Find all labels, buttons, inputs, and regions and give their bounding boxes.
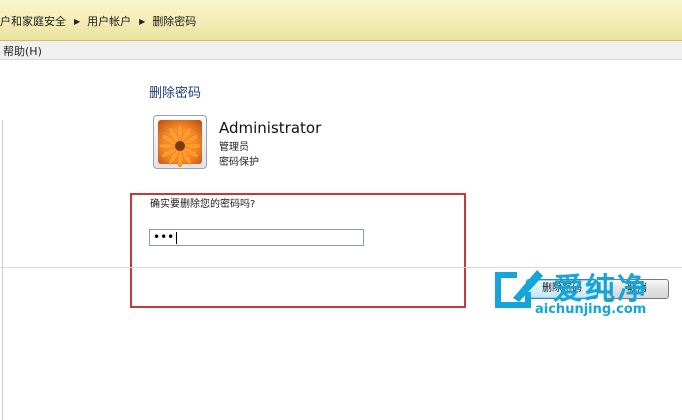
chevron-right-icon[interactable]: ▶: [139, 17, 145, 26]
watermark-url: aichunjing.com: [535, 302, 647, 317]
breadcrumb: 户和家庭安全 ▶ 用户帐户 ▶ 删除密码: [0, 13, 196, 29]
menu-help[interactable]: 帮助(H): [3, 43, 42, 59]
highlight-box: [130, 193, 466, 308]
user-role: 管理员: [219, 142, 249, 153]
chevron-right-icon[interactable]: ▶: [74, 17, 80, 26]
window-edge: [2, 120, 3, 420]
breadcrumb-item-family-safety[interactable]: 户和家庭安全: [0, 13, 66, 29]
user-avatar: [153, 115, 207, 169]
main-content: 删除密码 Administrator 管理员 密码保护 确实要删除您的密码吗? …: [0, 60, 682, 420]
user-name: Administrator: [219, 119, 322, 137]
watermark: 爱纯净 aichunjing.com: [487, 262, 677, 322]
menu-bar: 帮助(H): [0, 41, 682, 60]
breadcrumb-item-remove-password[interactable]: 删除密码: [152, 13, 196, 29]
address-bar: 户和家庭安全 ▶ 用户帐户 ▶ 删除密码: [0, 0, 682, 41]
breadcrumb-item-user-accounts[interactable]: 用户帐户: [87, 13, 131, 29]
user-status: 密码保护: [219, 157, 259, 168]
page-title: 删除密码: [149, 86, 202, 101]
flower-avatar-icon: [158, 120, 202, 168]
